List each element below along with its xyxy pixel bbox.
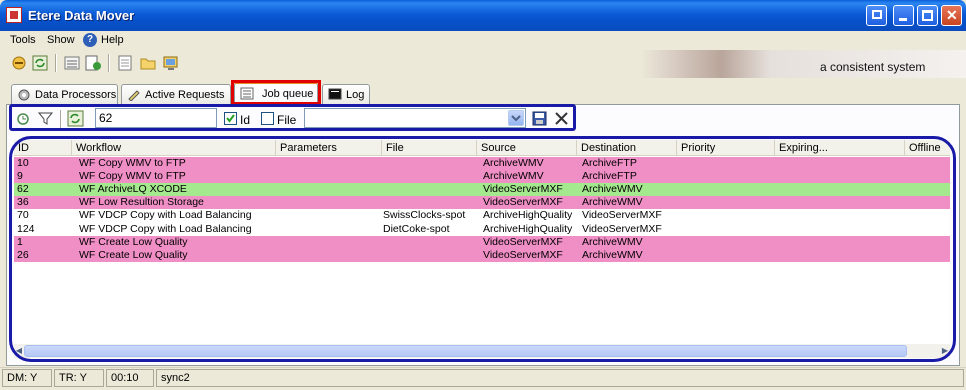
maximize-icon	[922, 10, 933, 21]
refresh-icon[interactable]	[67, 110, 84, 127]
chevron-down-icon[interactable]	[508, 110, 524, 126]
network-icon	[872, 10, 882, 19]
grid-highlight	[9, 136, 956, 362]
maximize-button[interactable]	[917, 5, 938, 26]
notes-icon[interactable]	[116, 54, 134, 72]
tab-label: Log	[346, 89, 365, 101]
pencil-icon	[127, 88, 141, 102]
window-title: Etere Data Mover	[28, 8, 135, 23]
status-sync: sync2	[156, 369, 964, 387]
filter-separator	[60, 110, 62, 128]
toolbar-separator	[108, 54, 110, 72]
toolbar-separator	[55, 54, 57, 72]
file-checkbox[interactable]	[261, 112, 274, 125]
minimize-button[interactable]	[893, 5, 914, 26]
id-checkbox-label: Id	[240, 113, 251, 127]
history-icon[interactable]	[15, 110, 32, 127]
tab-active-requests[interactable]: Active Requests	[121, 84, 231, 104]
monitor-icon[interactable]	[162, 54, 180, 72]
document-settings-icon[interactable]	[84, 54, 102, 72]
tab-label: Data Processors	[35, 89, 117, 101]
menu-bar	[0, 31, 966, 50]
tab-highlight	[231, 80, 321, 105]
menu-tools[interactable]: Tools	[10, 34, 36, 46]
filter-combo[interactable]	[304, 108, 526, 128]
menu-help[interactable]: Help	[101, 34, 124, 46]
console-icon	[328, 88, 342, 101]
gear-icon	[17, 88, 31, 101]
list-icon[interactable]	[63, 54, 81, 72]
tab-log[interactable]: Log	[322, 84, 370, 104]
close-button[interactable]: ✕	[941, 5, 962, 26]
save-icon[interactable]	[531, 110, 548, 127]
id-checkbox[interactable]	[224, 112, 237, 125]
status-time: 00:10	[106, 369, 154, 387]
open-folder-icon[interactable]	[139, 54, 157, 72]
tab-data-processors[interactable]: Data Processors	[11, 84, 118, 104]
clear-icon[interactable]	[553, 110, 570, 127]
refresh-icon[interactable]	[31, 54, 49, 72]
status-dm: DM: Y	[2, 369, 52, 387]
title-bar[interactable]	[0, 0, 966, 31]
menu-show[interactable]: Show	[47, 34, 75, 46]
status-tr: TR: Y	[54, 369, 104, 387]
stop-icon[interactable]	[10, 54, 28, 72]
network-button[interactable]	[866, 5, 887, 26]
search-input[interactable]: 62	[95, 108, 217, 128]
close-icon: ✕	[946, 7, 958, 23]
app-icon[interactable]	[6, 7, 22, 23]
minimize-icon	[899, 18, 907, 21]
filter-icon[interactable]	[37, 110, 54, 127]
file-checkbox-label: File	[277, 113, 297, 127]
help-icon: ?	[83, 33, 97, 47]
tab-label: Active Requests	[145, 89, 225, 101]
banner-tagline: a consistent system	[820, 60, 926, 74]
